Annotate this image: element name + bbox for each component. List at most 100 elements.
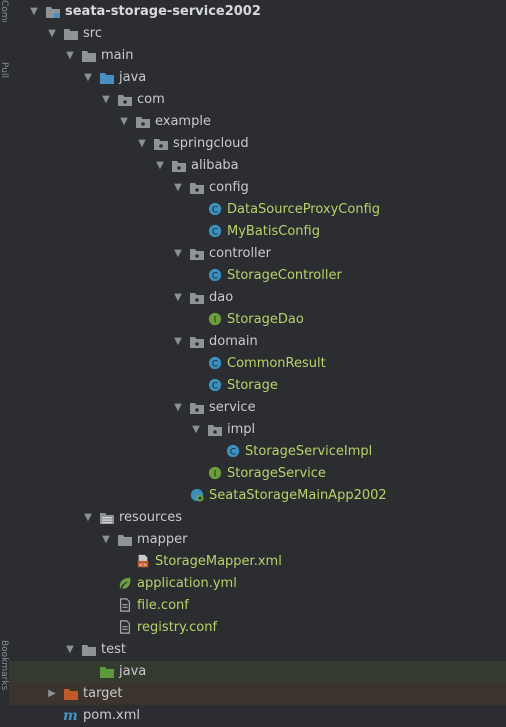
- expand-arrow-icon[interactable]: ▼: [63, 639, 77, 661]
- target-label: target: [83, 686, 123, 701]
- tree-node-com[interactable]: ▼ com: [9, 89, 506, 111]
- test-label: test: [101, 642, 126, 657]
- tree-node-service[interactable]: ▼ service: [9, 397, 506, 419]
- expand-arrow-icon[interactable]: ▼: [171, 243, 185, 265]
- expand-arrow-icon[interactable]: ▼: [45, 23, 59, 45]
- tree-node-storage[interactable]: C Storage: [9, 375, 506, 397]
- example-label: example: [155, 114, 211, 129]
- storage-controller-label: StorageController: [227, 268, 342, 283]
- tree-node-springcloud[interactable]: ▼ springcloud: [9, 133, 506, 155]
- config-label: config: [209, 180, 249, 195]
- expand-arrow-icon[interactable]: ▼: [99, 89, 113, 111]
- package-icon: [190, 183, 204, 194]
- storage-dao-label: StorageDao: [227, 312, 304, 327]
- tree-node-impl[interactable]: ▼ impl: [9, 419, 506, 441]
- folder-icon: [118, 535, 132, 546]
- pom-xml-label: pom.xml: [83, 708, 140, 723]
- tree-node-mybatis-config[interactable]: C MyBatisConfig: [9, 221, 506, 243]
- datasource-proxy-config-label: DataSourceProxyConfig: [227, 202, 381, 217]
- expand-arrow-icon[interactable]: ▼: [171, 397, 185, 419]
- tree-node-dao[interactable]: ▼ dao: [9, 287, 506, 309]
- spring-config-icon: [119, 577, 131, 589]
- expand-arrow-icon[interactable]: ▼: [135, 133, 149, 155]
- dao-label: dao: [209, 290, 234, 305]
- tree-node-file-conf[interactable]: file.conf: [9, 595, 506, 617]
- expand-arrow-icon[interactable]: ▼: [153, 155, 167, 177]
- tree-node-main-app[interactable]: SeataStorageMainApp2002: [9, 485, 506, 507]
- tree-node-java[interactable]: ▼ java: [9, 67, 506, 89]
- commit-tool-tab[interactable]: Commit: [0, 0, 9, 22]
- impl-label: impl: [227, 422, 256, 437]
- tree-node-application-yml[interactable]: application.yml: [9, 573, 506, 595]
- tree-node-storage-controller[interactable]: C StorageController: [9, 265, 506, 287]
- expand-arrow-icon[interactable]: ▼: [27, 1, 41, 23]
- tree-node-registry-conf[interactable]: registry.conf: [9, 617, 506, 639]
- tree-node-config[interactable]: ▼ config: [9, 177, 506, 199]
- svg-text:<>: <>: [139, 562, 148, 568]
- resources-folder-icon: [100, 513, 114, 524]
- tree-node-datasource-proxy-config[interactable]: C DataSourceProxyConfig: [9, 199, 506, 221]
- package-icon: [190, 249, 204, 260]
- expand-arrow-icon[interactable]: ▼: [171, 331, 185, 353]
- alibaba-label: alibaba: [191, 158, 239, 173]
- expand-arrow-icon[interactable]: ▼: [81, 67, 95, 89]
- package-icon: [154, 139, 168, 150]
- project-tree: ▼ seata-storage-service2002 ▼ src ▼ main…: [9, 0, 506, 727]
- tree-node-target[interactable]: ▶ target: [9, 683, 506, 705]
- tree-node-mapper[interactable]: ▼ mapper: [9, 529, 506, 551]
- collapse-arrow-icon[interactable]: ▶: [45, 683, 59, 705]
- main-app-label: SeataStorageMainApp2002: [209, 488, 387, 503]
- application-yml-label: application.yml: [137, 576, 237, 591]
- class-icon: C: [208, 378, 222, 392]
- main-label: main: [101, 48, 134, 63]
- bookmarks-tool-tab[interactable]: Bookmarks: [0, 640, 9, 710]
- expand-arrow-icon[interactable]: ▼: [171, 177, 185, 199]
- tree-node-common-result[interactable]: C CommonResult: [9, 353, 506, 375]
- tree-node-storage-service-impl[interactable]: C StorageServiceImpl: [9, 441, 506, 463]
- tree-node-main[interactable]: ▼ main: [9, 45, 506, 67]
- package-icon: [208, 425, 222, 436]
- resources-label: resources: [119, 510, 183, 525]
- expand-arrow-icon[interactable]: ▼: [99, 529, 113, 551]
- tree-node-root[interactable]: ▼ seata-storage-service2002: [9, 1, 506, 23]
- src-label: src: [83, 26, 102, 41]
- source-folder-icon: [100, 73, 114, 84]
- svg-text:C: C: [212, 206, 218, 216]
- class-icon: C: [208, 356, 222, 370]
- tree-node-resources[interactable]: ▼ resources: [9, 507, 506, 529]
- tree-node-alibaba[interactable]: ▼ alibaba: [9, 155, 506, 177]
- tree-node-test-java[interactable]: java: [9, 661, 506, 683]
- expand-arrow-icon[interactable]: ▼: [189, 419, 203, 441]
- tree-node-pom-xml[interactable]: m pom.xml: [9, 705, 506, 727]
- expand-arrow-icon[interactable]: ▼: [81, 507, 95, 529]
- tree-node-storage-mapper-xml[interactable]: <> StorageMapper.xml: [9, 551, 506, 573]
- expand-arrow-icon[interactable]: ▼: [63, 45, 77, 67]
- interface-icon: I: [208, 312, 222, 326]
- folder-icon: [82, 645, 96, 656]
- tree-node-domain[interactable]: ▼ domain: [9, 331, 506, 353]
- package-icon: [172, 161, 186, 172]
- expand-arrow-icon[interactable]: ▼: [171, 287, 185, 309]
- class-icon: C: [208, 224, 222, 238]
- java-label: java: [119, 70, 147, 85]
- package-icon: [118, 95, 132, 106]
- tree-node-src[interactable]: ▼ src: [9, 23, 506, 45]
- svg-text:I: I: [214, 316, 217, 326]
- expand-arrow-icon[interactable]: ▼: [117, 111, 131, 133]
- pull-requests-tool-tab[interactable]: Pull Requests: [0, 62, 9, 122]
- folder-icon: [64, 29, 78, 40]
- springcloud-label: springcloud: [173, 136, 249, 151]
- tree-node-controller[interactable]: ▼ controller: [9, 243, 506, 265]
- tree-node-test[interactable]: ▼ test: [9, 639, 506, 661]
- class-icon: C: [226, 444, 240, 458]
- excluded-folder-icon: [64, 689, 78, 700]
- tree-node-storage-service[interactable]: I StorageService: [9, 463, 506, 485]
- text-file-icon: [120, 598, 130, 612]
- xml-file-icon: <>: [137, 554, 149, 568]
- tree-node-storage-dao[interactable]: I StorageDao: [9, 309, 506, 331]
- package-icon: [190, 403, 204, 414]
- svg-text:C: C: [212, 360, 218, 370]
- service-label: service: [209, 400, 256, 415]
- tree-node-example[interactable]: ▼ example: [9, 111, 506, 133]
- package-icon: [190, 293, 204, 304]
